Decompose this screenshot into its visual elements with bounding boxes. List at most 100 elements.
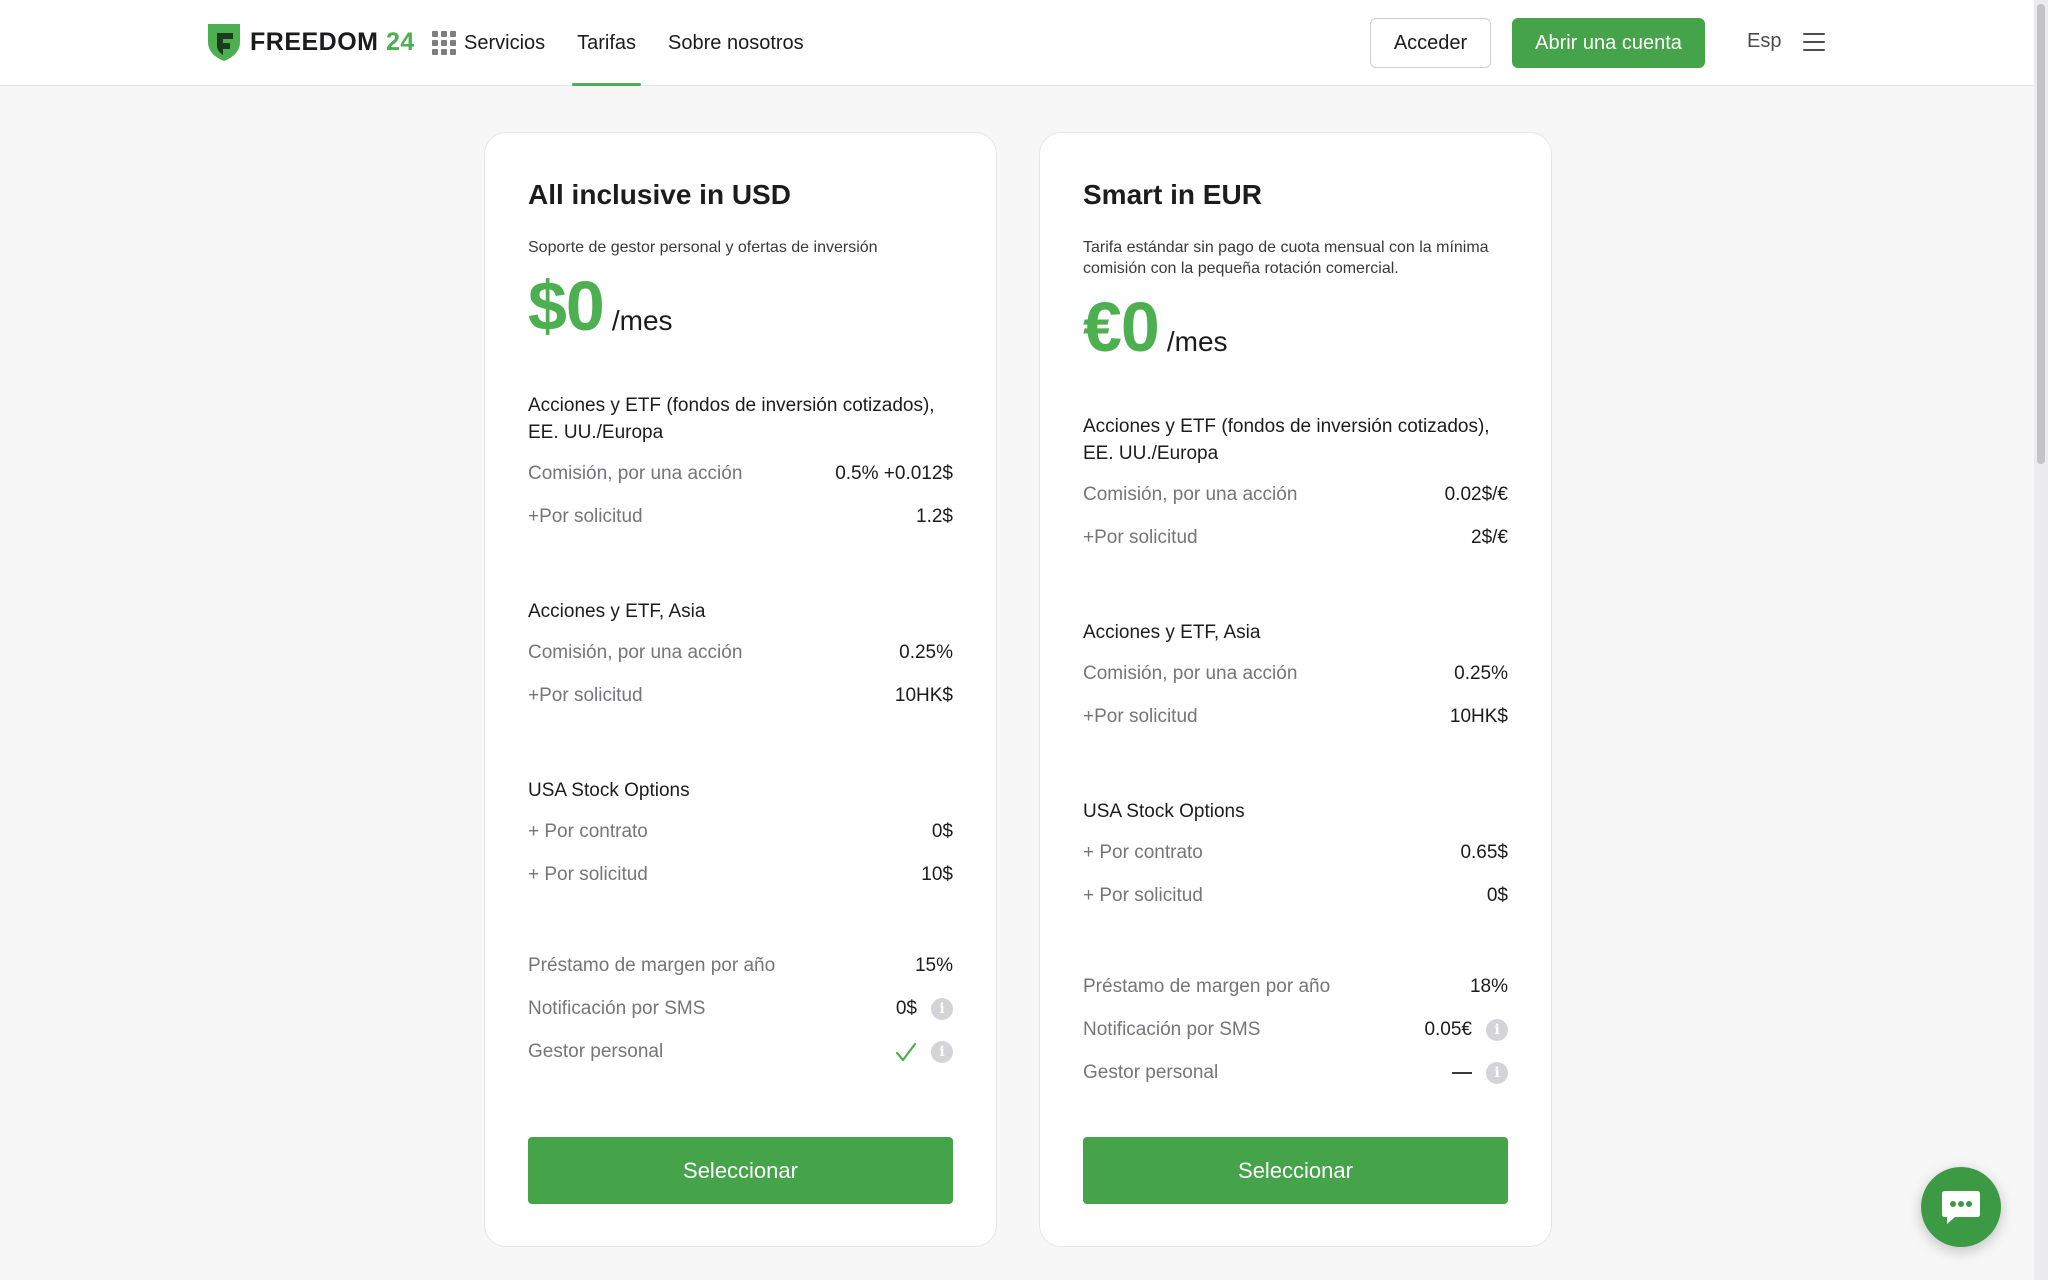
info-icon[interactable]: i: [931, 1040, 953, 1063]
chat-button[interactable]: [1921, 1167, 2001, 1247]
select-plan-button[interactable]: Seleccionar: [1083, 1137, 1508, 1204]
price-period: /mes: [1166, 326, 1228, 357]
extras-section: Préstamo de margen por año 18% Notificac…: [1083, 965, 1508, 1094]
select-plan-button[interactable]: Seleccionar: [528, 1137, 953, 1204]
fee-value: 0.25%: [899, 641, 953, 663]
fee-row: +Por solicitud 1.2$: [528, 495, 953, 538]
brand-number: 24: [385, 27, 415, 56]
extra-label: Préstamo de margen por año: [1083, 975, 1331, 997]
brand-logo[interactable]: FREEDOM 24: [206, 22, 415, 62]
plan-name: Smart in EUR: [1083, 179, 1262, 210]
plan-price: $0 /mes: [528, 266, 953, 346]
grid-icon: [432, 31, 456, 55]
plan-price: €0 /mes: [1083, 287, 1508, 367]
fee-label: +Por solicitud: [528, 505, 643, 527]
nav-item-sobre-nosotros[interactable]: Sobre nosotros: [668, 0, 804, 86]
extra-label: Notificación por SMS: [528, 997, 706, 1019]
section-title: Acciones y ETF (fondos de inversión coti…: [1083, 416, 1490, 464]
extra-row-margin-loan: Préstamo de margen por año 18%: [1083, 965, 1508, 1008]
extra-value: 18%: [1469, 975, 1508, 997]
fee-row: +Por solicitud 2$/€: [1083, 516, 1508, 559]
extra-row-sms: Notificación por SMS 0$ i: [528, 987, 953, 1030]
fee-label: +Por solicitud: [1083, 705, 1198, 727]
extra-value: 0.05€: [1424, 1018, 1472, 1040]
fee-label: Comisión, por una acción: [1083, 483, 1298, 505]
fee-row: Comisión, por una acción 0.25%: [528, 631, 953, 674]
fee-row: +Por solicitud 10HK$: [528, 674, 953, 717]
fee-section-usa-options: USA Stock Options + Por contrato 0.65$ +…: [1083, 798, 1508, 917]
fee-value: 10HK$: [894, 684, 953, 706]
extra-row-personal-manager: Gestor personal i: [528, 1030, 953, 1073]
dash-icon: [1452, 1071, 1472, 1074]
scrollbar-thumb[interactable]: [2037, 4, 2045, 464]
fee-row: Comisión, por una acción 0.5% +0.012$: [528, 452, 953, 495]
fee-value: 1.2$: [916, 505, 953, 527]
extra-label: Gestor personal: [528, 1040, 664, 1062]
fee-value: 0.25%: [1454, 662, 1508, 684]
fee-section-asia: Acciones y ETF, Asia Comisión, por una a…: [1083, 619, 1508, 738]
fee-value: 0.5% +0.012$: [835, 462, 953, 484]
extra-value: 0$: [895, 997, 917, 1019]
fee-label: +Por solicitud: [1083, 526, 1198, 548]
brand-word: FREEDOM: [250, 27, 379, 56]
section-title: Acciones y ETF (fondos de inversión coti…: [528, 395, 935, 443]
brand-wordmark: FREEDOM 24: [250, 28, 415, 57]
fee-row: + Por contrato 0$: [528, 810, 953, 853]
shield-logo-icon: [208, 24, 240, 61]
section-title: USA Stock Options: [1083, 801, 1245, 822]
extra-value-wrap: 0$ i: [895, 997, 953, 1020]
nav-item-tarifas[interactable]: Tarifas: [572, 0, 641, 86]
section-title: Acciones y ETF, Asia: [1083, 622, 1261, 643]
login-button[interactable]: Acceder: [1370, 18, 1491, 68]
hamburger-menu-icon[interactable]: [1803, 33, 1825, 51]
nav-item-servicios[interactable]: Servicios: [432, 0, 545, 86]
info-icon[interactable]: i: [1486, 1061, 1508, 1084]
fee-label: Comisión, por una acción: [1083, 662, 1298, 684]
price-amount: $0: [528, 267, 605, 345]
fee-value: 0$: [931, 820, 953, 842]
fee-label: + Por solicitud: [528, 863, 648, 885]
section-title: USA Stock Options: [528, 780, 690, 801]
fee-label: Comisión, por una acción: [528, 462, 743, 484]
open-account-button[interactable]: Abrir una cuenta: [1512, 18, 1705, 68]
fee-label: +Por solicitud: [528, 684, 643, 706]
nav-item-label: Servicios: [464, 31, 546, 54]
extra-value-wrap: 0.05€ i: [1424, 1018, 1508, 1041]
info-icon[interactable]: i: [1486, 1018, 1508, 1041]
page-scrollbar[interactable]: [2034, 0, 2048, 1280]
fee-value: 10HK$: [1449, 705, 1508, 727]
fee-row: + Por solicitud 0$: [1083, 874, 1508, 917]
info-icon[interactable]: i: [931, 997, 953, 1020]
extra-value-wrap: i: [1452, 1061, 1508, 1084]
nav-item-label: Tarifas: [577, 31, 637, 54]
fee-row: + Por contrato 0.65$: [1083, 831, 1508, 874]
extra-value: 15%: [914, 954, 953, 976]
language-selector[interactable]: Esp: [1747, 30, 1781, 53]
extra-value-wrap: i: [895, 1040, 953, 1063]
fee-row: Comisión, por una acción 0.25%: [1083, 652, 1508, 695]
plan-card-smart-eur: Smart in EUR Tarifa estándar sin pago de…: [1039, 132, 1552, 1247]
plan-description: Tarifa estándar sin pago de cuota mensua…: [1083, 239, 1489, 277]
top-header: FREEDOM 24 Servicios Tarifas Sobre nosot…: [0, 0, 2034, 86]
plan-description: Soporte de gestor personal y ofertas de …: [528, 239, 878, 256]
price-amount: €0: [1083, 288, 1160, 366]
extra-row-margin-loan: Préstamo de margen por año 15%: [528, 944, 953, 987]
fee-value: 0.02$/€: [1444, 483, 1508, 505]
chat-bubble-icon: [1942, 1191, 1980, 1224]
extra-row-sms: Notificación por SMS 0.05€ i: [1083, 1008, 1508, 1051]
price-period: /mes: [611, 305, 673, 336]
fee-section-asia: Acciones y ETF, Asia Comisión, por una a…: [528, 598, 953, 717]
section-title: Acciones y ETF, Asia: [528, 601, 706, 622]
extras-section: Préstamo de margen por año 15% Notificac…: [528, 944, 953, 1073]
fee-label: + Por contrato: [1083, 841, 1203, 863]
nav-item-label: Sobre nosotros: [668, 31, 804, 54]
fee-value: 2$/€: [1471, 526, 1508, 548]
fee-label: Comisión, por una acción: [528, 641, 743, 663]
fee-section-us-eu: Acciones y ETF (fondos de inversión coti…: [528, 392, 953, 538]
plan-name: All inclusive in USD: [528, 179, 791, 210]
fee-section-usa-options: USA Stock Options + Por contrato 0$ + Po…: [528, 777, 953, 896]
extra-label: Gestor personal: [1083, 1061, 1219, 1083]
extra-label: Préstamo de margen por año: [528, 954, 776, 976]
fee-label: + Por solicitud: [1083, 884, 1203, 906]
extra-row-personal-manager: Gestor personal i: [1083, 1051, 1508, 1094]
